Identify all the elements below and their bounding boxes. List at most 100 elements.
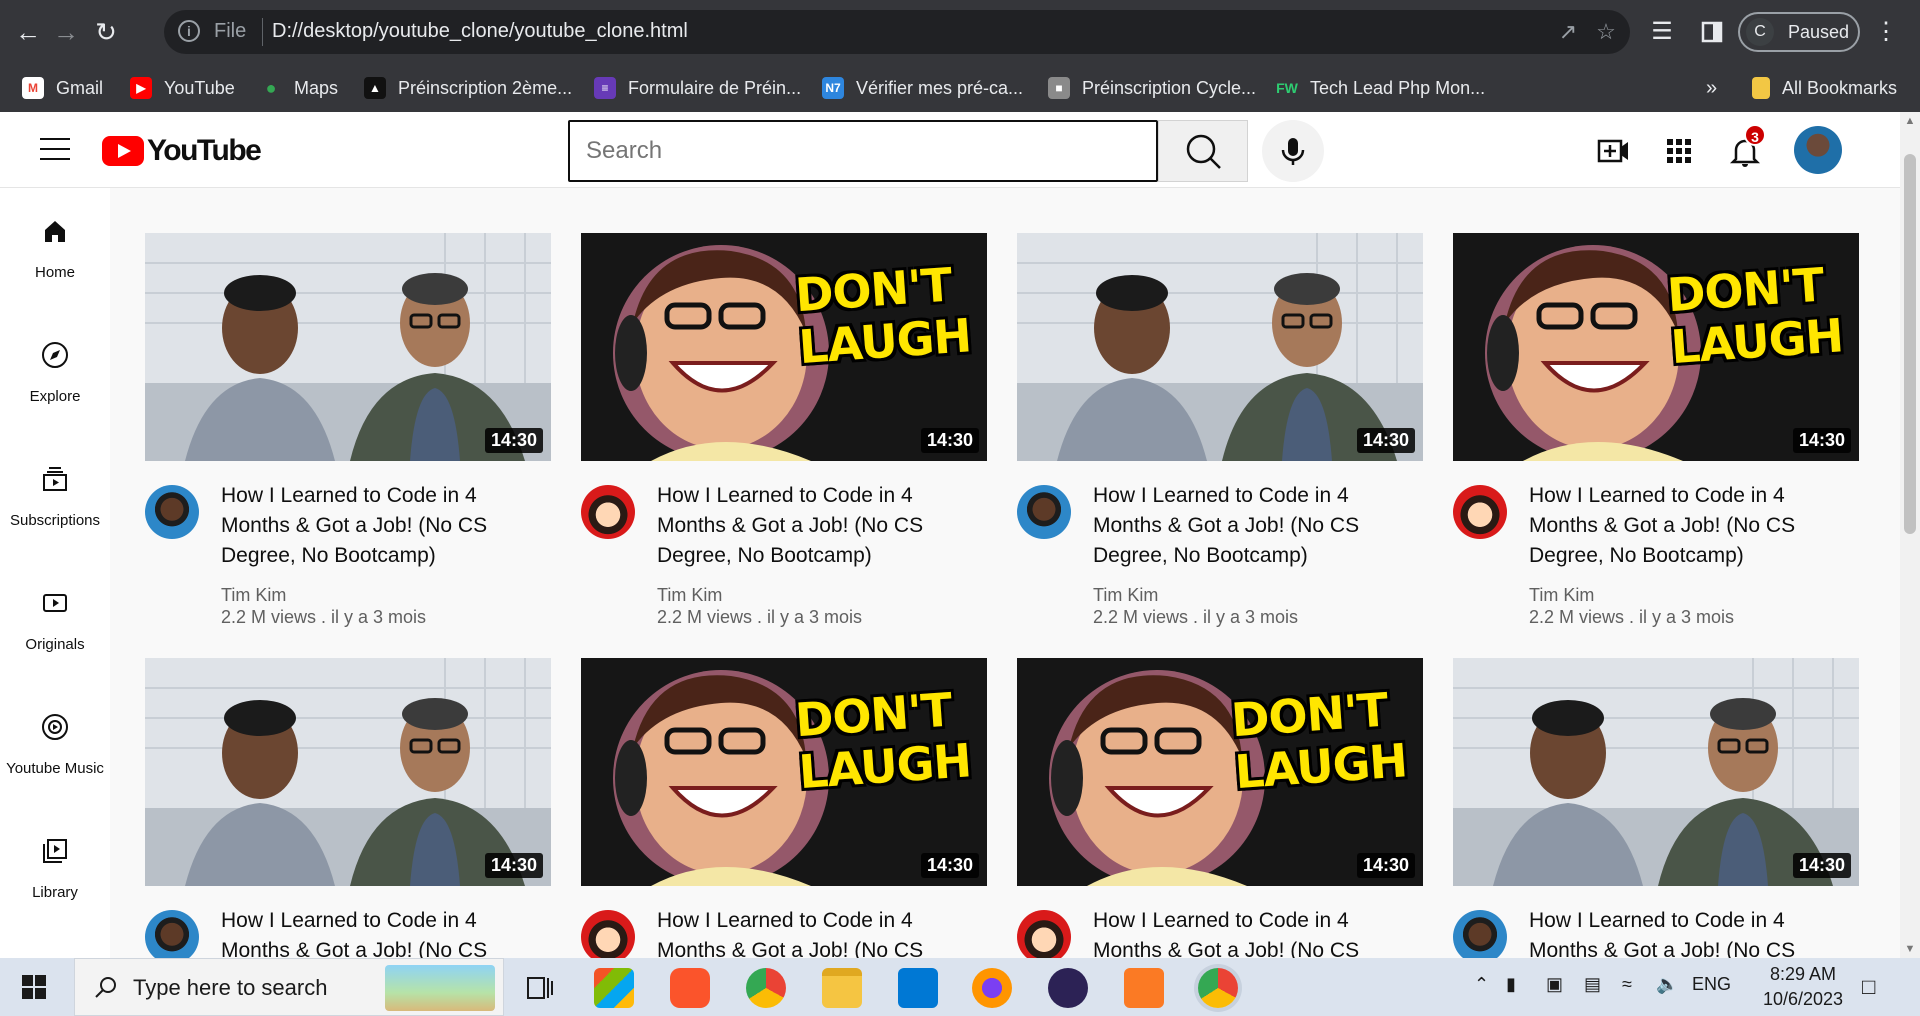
- channel-avatar[interactable]: [581, 910, 635, 958]
- file-explorer-icon[interactable]: [822, 968, 862, 1008]
- channel-avatar[interactable]: [1017, 910, 1071, 958]
- channel-avatar[interactable]: [145, 485, 199, 539]
- video-title[interactable]: How I Learned to Code in 4 Months & Got …: [1529, 906, 1859, 958]
- bookmark-gmail[interactable]: M Gmail: [22, 74, 103, 102]
- video-title[interactable]: How I Learned to Code in 4 Months & Got …: [221, 481, 551, 571]
- sidebar-item-subscriptions[interactable]: Subscriptions: [0, 452, 110, 552]
- bookmark-maps[interactable]: ● Maps: [260, 74, 338, 102]
- language-indicator[interactable]: ENG: [1692, 974, 1731, 995]
- scroll-down-icon[interactable]: ▼: [1904, 942, 1916, 956]
- notification-center-icon[interactable]: □: [1862, 974, 1875, 1000]
- video-title[interactable]: How I Learned to Code in 4 Months & Got …: [657, 481, 987, 571]
- video-card[interactable]: 14:30 How I Learned to Code in 4 Months &…: [1017, 233, 1423, 633]
- channel-avatar[interactable]: [145, 910, 199, 958]
- share-icon[interactable]: ↗: [1554, 18, 1582, 46]
- channel-name[interactable]: Tim Kim: [1529, 585, 1594, 606]
- kebab-menu-icon[interactable]: ⋮: [1868, 14, 1904, 50]
- more-bookmarks-button[interactable]: »: [1706, 74, 1717, 102]
- video-card[interactable]: 14:30 How I Learned to Code in 4 Months &…: [1453, 658, 1859, 958]
- video-title[interactable]: How I Learned to Code in 4 Months & Got …: [221, 906, 551, 958]
- sidebar-label: Originals: [25, 636, 85, 653]
- video-thumbnail[interactable]: DON'T LAUGH 14:30: [1017, 658, 1423, 886]
- channel-avatar[interactable]: [1453, 485, 1507, 539]
- microsoft-store-icon[interactable]: [594, 968, 634, 1008]
- bookmark-formulaire[interactable]: ≡ Formulaire de Préin...: [594, 74, 801, 102]
- channel-name[interactable]: Tim Kim: [657, 585, 722, 606]
- channel-avatar[interactable]: [581, 485, 635, 539]
- chrome-profile-icon[interactable]: [1198, 968, 1238, 1008]
- reload-icon[interactable]: ↻: [88, 14, 124, 50]
- task-view-icon[interactable]: [520, 968, 560, 1008]
- video-card[interactable]: DON'T LAUGH 14:30 How I Learned to Code in…: [1017, 658, 1423, 958]
- channel-avatar[interactable]: [1453, 910, 1507, 958]
- sidebar-item-home[interactable]: Home: [0, 204, 110, 304]
- bookmark-techlead[interactable]: FW Tech Lead Php Mon...: [1276, 74, 1485, 102]
- sidebar-item-explore[interactable]: Explore: [0, 328, 110, 428]
- video-title[interactable]: How I Learned to Code in 4 Months & Got …: [1529, 481, 1859, 571]
- eclipse-icon[interactable]: [1048, 968, 1088, 1008]
- video-card[interactable]: 14:30 How I Learned to Code in 4 Months &…: [145, 658, 551, 958]
- video-title[interactable]: How I Learned to Code in 4 Months & Got …: [1093, 906, 1423, 958]
- video-thumbnail[interactable]: 14:30: [145, 233, 551, 461]
- video-thumbnail[interactable]: 14:30: [145, 658, 551, 886]
- video-card[interactable]: DON'T LAUGH 14:30 How I Learned to Code in…: [581, 233, 987, 633]
- volume-icon[interactable]: 🔈: [1656, 974, 1678, 995]
- display-icon[interactable]: ▤: [1584, 974, 1601, 995]
- video-thumbnail[interactable]: 14:30: [1017, 233, 1423, 461]
- bookmark-verifier[interactable]: N7 Vérifier mes pré-ca...: [822, 74, 1023, 102]
- video-duration: 14:30: [1792, 428, 1851, 453]
- video-card[interactable]: 14:30 How I Learned to Code in 4 Months &…: [145, 233, 551, 633]
- video-thumbnail[interactable]: DON'T LAUGH 14:30: [581, 233, 987, 461]
- video-title[interactable]: How I Learned to Code in 4 Months & Got …: [657, 906, 987, 958]
- xampp-icon[interactable]: [1124, 968, 1164, 1008]
- profile-button[interactable]: C Paused: [1738, 12, 1860, 52]
- forward-arrow-icon[interactable]: →: [48, 14, 84, 50]
- scroll-up-icon[interactable]: ▲: [1904, 114, 1916, 128]
- video-card[interactable]: DON'T LAUGH 14:30 How I Learned to Code in…: [1453, 233, 1859, 633]
- notifications-button[interactable]: 3: [1722, 124, 1768, 174]
- bookmark-preinscription[interactable]: ▲ Préinscription 2ème...: [364, 74, 572, 102]
- channel-avatar[interactable]: [1017, 485, 1071, 539]
- clock[interactable]: 8:29 AM 10/6/2023: [1748, 962, 1858, 1012]
- bookmark-cycle[interactable]: ■ Préinscription Cycle...: [1048, 74, 1256, 102]
- all-bookmarks-button[interactable]: All Bookmarks: [1752, 74, 1897, 102]
- youtube-logo[interactable]: YouTube: [102, 134, 262, 167]
- omnibox[interactable]: i File D://desktop/youtube_clone/youtube…: [164, 10, 1630, 54]
- bookmark-star-icon[interactable]: ☆: [1592, 18, 1620, 46]
- scroll-thumb[interactable]: [1904, 154, 1916, 534]
- chrome-icon[interactable]: [746, 968, 786, 1008]
- site-info-icon[interactable]: i: [178, 20, 200, 42]
- meet-icon[interactable]: ▣: [1546, 974, 1563, 995]
- video-card[interactable]: DON'T LAUGH 14:30 How I Learned to Code in…: [581, 658, 987, 958]
- brave-icon[interactable]: [670, 968, 710, 1008]
- wifi-icon[interactable]: ≈: [1622, 974, 1632, 995]
- battery-icon[interactable]: ▮: [1506, 974, 1516, 995]
- back-arrow-icon[interactable]: ←: [10, 14, 46, 50]
- apps-button[interactable]: [1656, 128, 1702, 174]
- firefox-icon[interactable]: [972, 968, 1012, 1008]
- windows-start-icon[interactable]: [22, 975, 46, 1004]
- bookmark-youtube[interactable]: ▶ YouTube: [130, 74, 235, 102]
- search-button[interactable]: [1158, 120, 1248, 182]
- video-thumbnail[interactable]: 14:30: [1453, 658, 1859, 886]
- sidebar-item-youtube-music[interactable]: Youtube Music: [0, 700, 110, 800]
- hamburger-menu-icon[interactable]: [40, 138, 70, 162]
- video-thumbnail[interactable]: DON'T LAUGH 14:30: [581, 658, 987, 886]
- channel-name[interactable]: Tim Kim: [1093, 585, 1158, 606]
- sidebar-item-originals[interactable]: Originals: [0, 576, 110, 676]
- vscode-icon[interactable]: [898, 968, 938, 1008]
- sidebar-item-library[interactable]: Library: [0, 824, 110, 924]
- video-title[interactable]: How I Learned to Code in 4 Months & Got …: [1093, 481, 1423, 571]
- page-scrollbar[interactable]: ▲ ▼: [1900, 112, 1920, 958]
- channel-name[interactable]: Tim Kim: [221, 585, 286, 606]
- user-avatar[interactable]: [1794, 126, 1842, 174]
- search-input[interactable]: [568, 120, 1158, 182]
- show-hidden-icons-chevron-icon[interactable]: ⌃: [1474, 974, 1489, 995]
- side-panel-icon[interactable]: [1694, 14, 1730, 50]
- create-video-button[interactable]: [1590, 128, 1636, 174]
- url-text[interactable]: D://desktop/youtube_clone/youtube_clone.…: [272, 20, 688, 43]
- taskbar-search[interactable]: Type here to search: [74, 958, 504, 1016]
- video-thumbnail[interactable]: DON'T LAUGH 14:30: [1453, 233, 1859, 461]
- reading-list-icon[interactable]: ☰: [1644, 14, 1680, 50]
- voice-search-button[interactable]: [1262, 120, 1324, 182]
